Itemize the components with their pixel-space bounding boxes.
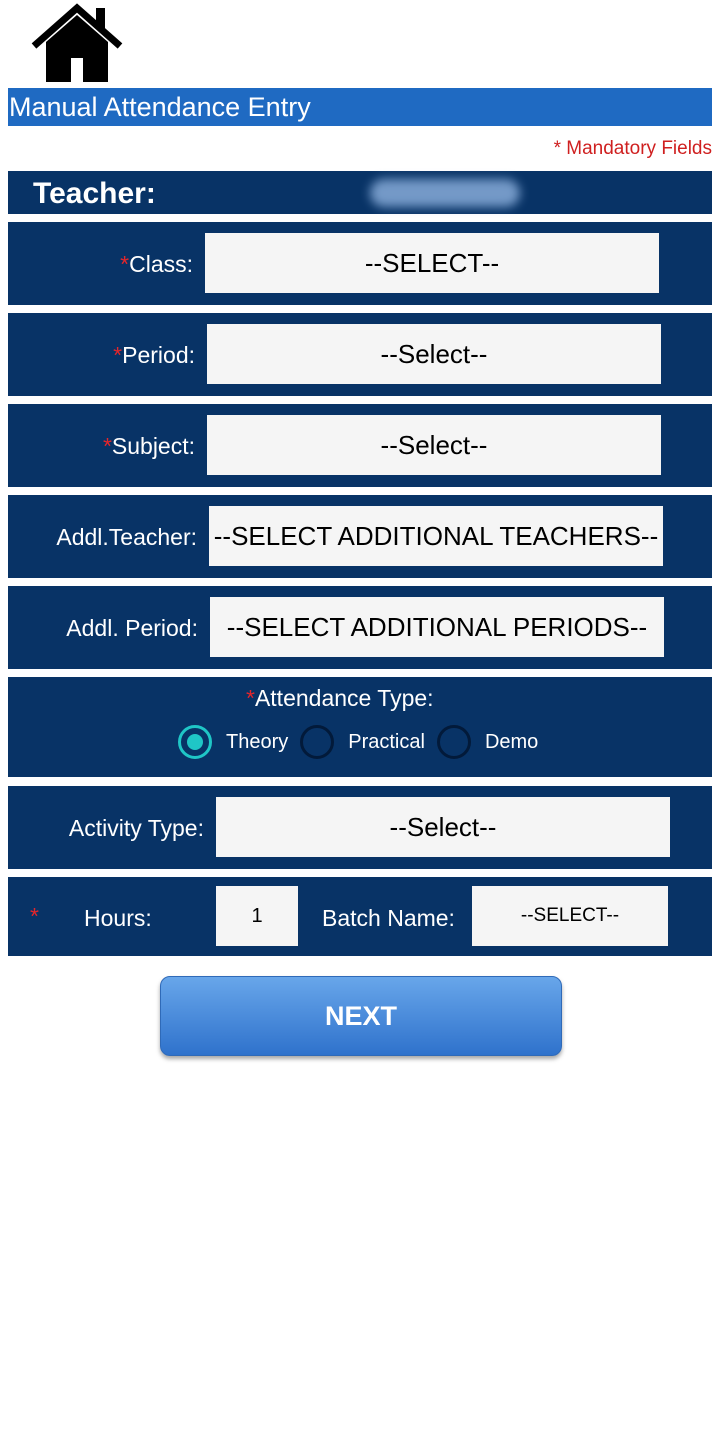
teacher-row: Teacher: — [8, 171, 712, 214]
activity-type-select[interactable]: --Select-- — [216, 797, 670, 857]
activity-type-label: Activity Type: — [68, 815, 204, 841]
addl-teacher-select[interactable]: --SELECT ADDITIONAL TEACHERS-- — [209, 506, 663, 566]
period-label: *Period: — [113, 342, 195, 368]
teacher-label: Teacher: — [33, 177, 156, 210]
radio-button[interactable] — [436, 725, 471, 759]
addl-period-row: Addl. Period: --SELECT ADDITIONAL PERIOD… — [8, 586, 712, 669]
period-select[interactable]: --Select-- — [207, 324, 661, 384]
radio-theory[interactable]: Theory — [178, 725, 300, 759]
radio-label-demo: Demo — [484, 730, 539, 753]
page-header: Manual Attendance Entry — [8, 88, 712, 126]
addl-period-select[interactable]: --SELECT ADDITIONAL PERIODS-- — [210, 597, 664, 657]
batch-name-select[interactable]: --SELECT-- — [472, 886, 668, 946]
page-title: Manual Attendance Entry — [9, 92, 311, 122]
subject-row: *Subject: --Select-- — [8, 404, 712, 487]
home-icon[interactable] — [30, 2, 124, 84]
hours-batch-row: * Hours: 1 Batch Name: --SELECT-- — [8, 877, 712, 956]
class-label: *Class: — [120, 251, 193, 277]
teacher-name-blurred — [370, 179, 520, 207]
attendance-type-radio-group: Theory Practical Demo — [178, 725, 550, 759]
activity-type-row: Activity Type: --Select-- — [8, 786, 712, 869]
addl-teacher-label: Addl.Teacher: — [56, 524, 197, 550]
addl-teacher-row: Addl.Teacher: --SELECT ADDITIONAL TEACHE… — [8, 495, 712, 578]
required-mark: * — [120, 251, 130, 277]
subject-label: *Subject: — [102, 433, 195, 459]
required-mark: * — [113, 342, 123, 368]
period-row: *Period: --Select-- — [8, 313, 712, 396]
attendance-type-label: *Attendance Type: — [246, 685, 434, 711]
radio-practical[interactable]: Practical — [300, 725, 437, 759]
radio-button-selected[interactable] — [178, 725, 212, 759]
radio-button[interactable] — [300, 725, 335, 759]
class-row: *Class: --SELECT-- — [8, 222, 712, 305]
hours-input[interactable]: 1 — [216, 886, 298, 946]
attendance-type-row: *Attendance Type: Theory Practical Demo — [8, 677, 712, 777]
subject-select[interactable]: --Select-- — [207, 415, 661, 475]
next-button[interactable]: NEXT — [160, 976, 562, 1056]
mandatory-fields-note: * Mandatory Fields — [553, 138, 712, 159]
required-mark: * — [246, 685, 255, 711]
radio-label-theory: Theory — [226, 730, 289, 753]
batch-name-label: Batch Name: — [322, 905, 455, 931]
hours-label: Hours: — [84, 905, 152, 931]
addl-period-label: Addl. Period: — [66, 615, 198, 641]
radio-demo[interactable]: Demo — [436, 725, 550, 759]
required-mark: * — [102, 433, 112, 459]
radio-label-practical: Practical — [348, 730, 425, 753]
class-select[interactable]: --SELECT-- — [205, 233, 659, 293]
required-mark: * — [30, 903, 39, 929]
